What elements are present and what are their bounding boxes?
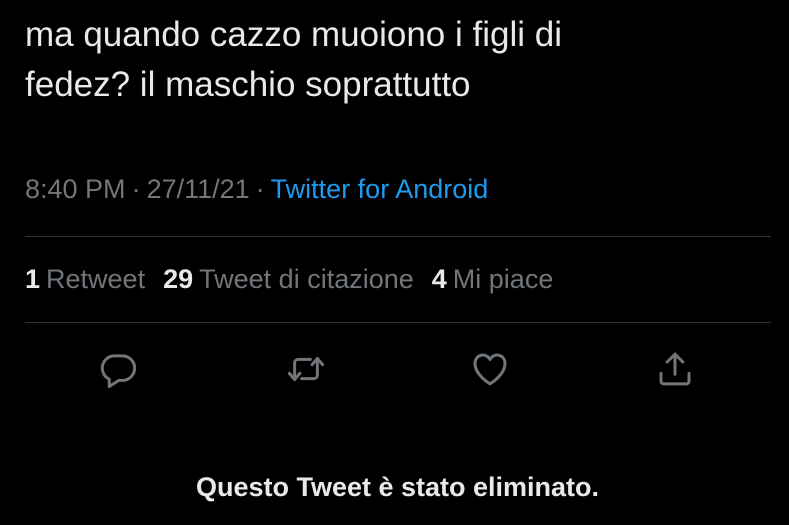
retweet-icon [287, 357, 325, 381]
reply-icon [100, 354, 137, 388]
tweet-meta: 8:40 PM · 27/11/21 · Twitter for Android [25, 170, 488, 208]
deleted-notice: Questo Tweet è stato eliminato. [195, 472, 600, 502]
divider [25, 322, 771, 323]
tweet-stats: 1 Retweet 29 Tweet di citazione 4 Mi piace [25, 260, 571, 298]
divider [25, 236, 771, 237]
like-button[interactable] [469, 348, 511, 390]
share-icon [659, 352, 691, 386]
quotes-label: Tweet di citazione [199, 264, 414, 294]
retweet-button[interactable] [285, 348, 327, 390]
quotes-stat[interactable]: 29 Tweet di citazione [163, 264, 414, 294]
like-icon [473, 353, 507, 386]
likes-count: 4 [431, 264, 447, 294]
meta-separator: · [131, 174, 141, 204]
tweet-text: ma quando cazzo muoiono i figli di fedez… [25, 15, 562, 104]
tweet-date: 27/11/21 [146, 174, 250, 204]
likes-stat[interactable]: 4 Mi piace [432, 264, 554, 294]
reply-button[interactable] [97, 348, 139, 390]
share-button[interactable] [654, 348, 696, 390]
meta-separator: · [255, 174, 265, 204]
tweet-time: 8:40 PM [25, 174, 126, 204]
likes-label: Mi piace [452, 264, 554, 294]
quotes-count: 29 [163, 264, 194, 294]
retweets-label: Retweet [46, 264, 146, 294]
retweets-stat[interactable]: 1 Retweet [25, 264, 145, 294]
retweets-count: 1 [25, 264, 41, 294]
tweet-source-link[interactable]: Twitter for Android [271, 174, 489, 204]
